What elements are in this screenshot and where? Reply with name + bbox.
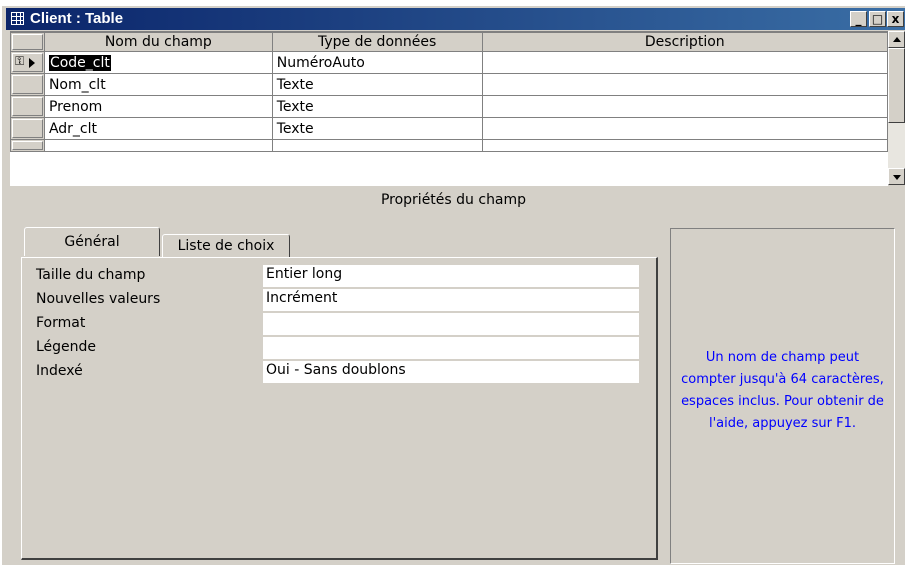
minimize-button[interactable]: _ — [850, 11, 867, 27]
vertical-scrollbar[interactable] — [888, 31, 905, 185]
close-button[interactable]: x — [887, 11, 904, 27]
arrow-down-icon — [893, 175, 901, 180]
description-cell[interactable] — [481, 139, 889, 152]
scroll-up-button[interactable] — [888, 31, 905, 48]
scroll-down-button[interactable] — [888, 168, 905, 185]
data-type-cell[interactable]: NuméroAuto — [271, 51, 483, 74]
properties-panel: Taille du champ Entier long Nouvelles va… — [21, 257, 658, 560]
tab-lookup[interactable]: Liste de choix — [162, 234, 290, 258]
description-cell[interactable] — [481, 95, 889, 118]
data-type-cell[interactable]: Texte — [271, 95, 483, 118]
title-bar[interactable]: Client : Table _ □ x — [6, 8, 905, 30]
field-grid: Nom du champ Type de données Description… — [10, 31, 889, 186]
data-type-cell[interactable] — [271, 139, 483, 152]
column-header-field-name[interactable]: Nom du champ — [43, 32, 273, 52]
help-text: Un nom de champ peut compter jusqu'à 64 … — [681, 350, 884, 431]
row-selector[interactable] — [10, 117, 45, 140]
table-icon — [11, 12, 24, 25]
description-cell[interactable] — [481, 73, 889, 96]
maximize-button[interactable]: □ — [869, 11, 886, 27]
property-value-field[interactable]: Entier long — [263, 265, 639, 287]
data-type-cell[interactable]: Texte — [271, 73, 483, 96]
primary-key-icon: ⚿ — [15, 54, 25, 68]
tab-general[interactable]: Général — [24, 227, 160, 256]
help-panel: Un nom de champ peut compter jusqu'à 64 … — [670, 228, 895, 564]
field-name-cell[interactable]: Nom_clt — [43, 73, 273, 96]
property-label: Taille du champ — [36, 267, 146, 283]
property-value-field[interactable] — [263, 313, 639, 335]
property-label: Indexé — [36, 363, 83, 379]
field-name-cell[interactable]: Prenom — [43, 95, 273, 118]
property-label: Nouvelles valeurs — [36, 291, 161, 307]
window-title: Client : Table — [30, 10, 124, 27]
row-selector[interactable] — [10, 73, 45, 96]
field-name-cell[interactable]: Code_clt — [43, 51, 273, 74]
table-row[interactable]: Prenom Texte — [10, 95, 889, 118]
row-selector[interactable] — [10, 95, 45, 118]
description-cell[interactable] — [481, 51, 889, 74]
field-properties-heading: Propriétés du champ — [380, 192, 527, 208]
scroll-thumb[interactable] — [888, 48, 905, 123]
column-header-data-type[interactable]: Type de données — [271, 32, 483, 52]
description-cell[interactable] — [481, 117, 889, 140]
property-value-field[interactable]: Oui - Sans doublons — [263, 361, 639, 383]
property-value-field[interactable]: Incrément — [263, 289, 639, 311]
field-name-cell[interactable]: Adr_clt — [43, 117, 273, 140]
table-row[interactable] — [10, 139, 889, 152]
field-name-cell[interactable] — [43, 139, 273, 152]
column-header-description[interactable]: Description — [481, 32, 889, 52]
table-row[interactable]: Nom_clt Texte — [10, 73, 889, 96]
table-row[interactable]: Adr_clt Texte — [10, 117, 889, 140]
table-design-window: Client : Table _ □ x Nom du champ Type d… — [0, 4, 905, 565]
row-selector[interactable]: ⚿ — [10, 51, 45, 74]
current-row-arrow-icon — [29, 58, 35, 68]
arrow-up-icon — [893, 37, 901, 42]
row-selector[interactable] — [10, 139, 45, 152]
table-row[interactable]: ⚿ Code_clt NuméroAuto — [10, 51, 889, 74]
property-label: Format — [36, 315, 86, 331]
header-selector-corner[interactable] — [10, 32, 45, 52]
property-value-field[interactable] — [263, 337, 639, 359]
data-type-cell[interactable]: Texte — [271, 117, 483, 140]
grid-header-row: Nom du champ Type de données Description — [10, 32, 889, 52]
property-label: Légende — [36, 339, 97, 355]
